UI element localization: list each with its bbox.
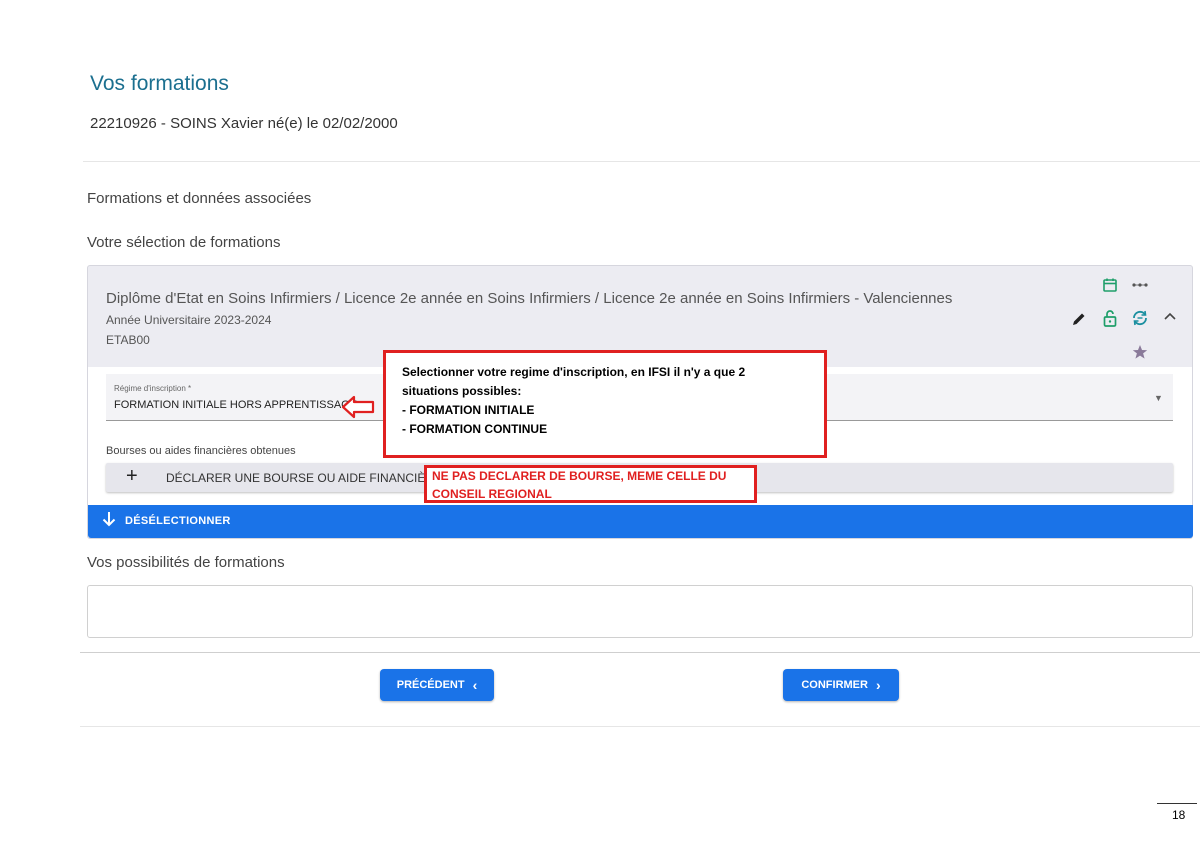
confirm-label: CONFIRMER	[801, 679, 868, 691]
caret-down-icon[interactable]: ▼	[1154, 393, 1163, 403]
annotation-regime-line: - FORMATION INITIALE	[402, 403, 535, 417]
annotation-regime-line: Selectionner votre regime d'inscription,…	[402, 365, 746, 379]
chevron-right-icon: ›	[875, 677, 881, 693]
star-icon[interactable]	[1130, 342, 1150, 362]
declare-bourse-label: DÉCLARER UNE BOURSE OU AIDE FINANCIÈRE	[166, 471, 443, 485]
formation-etab: ETAB00	[106, 333, 150, 347]
annotation-regime-line: situations possibles:	[402, 384, 522, 398]
deselect-label: DÉSÉLECTIONNER	[125, 515, 231, 527]
plus-icon: +	[126, 465, 138, 487]
section-formations-title: Formations et données associées	[87, 190, 312, 207]
previous-label: PRÉCÉDENT	[396, 679, 465, 691]
chevron-left-icon: ‹	[472, 677, 478, 693]
page-number-rule	[1157, 803, 1197, 804]
previous-button[interactable]: PRÉCÉDENT ‹	[380, 669, 494, 701]
regime-label: Régime d'inscription *	[114, 384, 192, 393]
section-selection-title: Votre sélection de formations	[87, 234, 281, 251]
section-possibilites-title: Vos possibilités de formations	[87, 554, 285, 571]
formation-title: Diplôme d'Etat en Soins Infirmiers / Lic…	[106, 290, 953, 307]
deselect-button[interactable]	[88, 505, 1193, 538]
formation-year: Année Universitaire 2023-2024	[106, 313, 272, 327]
lock-open-icon[interactable]	[1100, 308, 1120, 328]
divider	[80, 726, 1200, 727]
arrow-left-icon	[341, 395, 375, 424]
annotation-bourse-line: NE PAS DECLARER DE BOURSE, MEME CELLE DU	[432, 469, 727, 483]
student-info: 22210926 - SOINS Xavier né(e) le 02/02/2…	[90, 115, 398, 132]
calendar-icon[interactable]	[1100, 275, 1120, 295]
confirm-button[interactable]: CONFIRMER ›	[783, 669, 899, 701]
page-number: 18	[1172, 808, 1186, 822]
sync-icon[interactable]	[1130, 308, 1150, 328]
bourses-label: Bourses ou aides financières obtenues	[106, 445, 296, 457]
more-icon[interactable]	[1130, 275, 1150, 295]
arrow-down-icon	[102, 511, 116, 531]
edit-icon[interactable]	[1069, 309, 1089, 329]
chevron-up-icon[interactable]	[1160, 306, 1180, 326]
divider	[80, 652, 1200, 653]
annotation-regime-line: - FORMATION CONTINUE	[402, 422, 548, 436]
possibilites-list	[87, 585, 1193, 638]
page-title: Vos formations	[90, 72, 229, 95]
regime-value: FORMATION INITIALE HORS APPRENTISSAGE	[114, 399, 358, 411]
annotation-bourse-line: CONSEIL REGIONAL	[432, 487, 552, 501]
divider	[83, 161, 1200, 162]
